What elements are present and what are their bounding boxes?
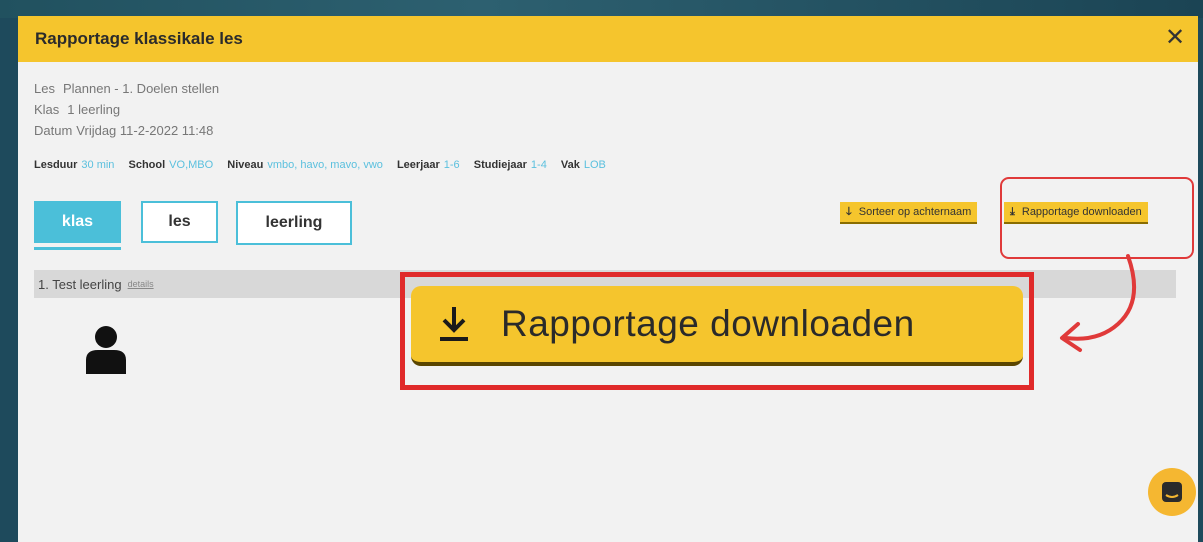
attr-value: 30 min bbox=[81, 159, 115, 171]
modal-title: Rapportage klassikale les bbox=[35, 29, 243, 48]
download-icon bbox=[440, 307, 468, 341]
report-modal: Rapportage klassikale les ✕ Les Plannen -… bbox=[18, 16, 1198, 542]
meta-datum: Datum Vrijdag 11-2-2022 11:48 bbox=[34, 120, 219, 141]
close-icon[interactable]: ✕ bbox=[1162, 24, 1188, 52]
attr-value: 1-4 bbox=[530, 159, 547, 171]
attr-value: LOB bbox=[583, 159, 606, 171]
meta-les-key: Les bbox=[34, 81, 55, 96]
lesson-attributes: Lesduur 30 min School VO,MBO Niveau vmbo, h… bbox=[34, 159, 617, 171]
attr-key: Niveau bbox=[227, 159, 264, 171]
attr-value: vmbo, havo, mavo, vwo bbox=[267, 159, 383, 171]
callout-download-button[interactable]: Rapportage downloaden bbox=[411, 286, 1023, 366]
attr-value: 1-6 bbox=[443, 159, 460, 171]
meta-les: Les Plannen - 1. Doelen stellen bbox=[34, 78, 219, 99]
tab-leerling[interactable]: leerling bbox=[236, 201, 352, 245]
meta-klas-value: 1 leerling bbox=[67, 102, 121, 117]
attr-key: Lesduur bbox=[34, 159, 78, 171]
attr-key: Vak bbox=[560, 159, 580, 171]
meta-les-value: Plannen - 1. Doelen stellen bbox=[62, 81, 220, 96]
meta-datum-key: Datum bbox=[34, 123, 73, 138]
sort-button[interactable]: 🡓 Sorteer op achternaam bbox=[840, 202, 978, 224]
attr-key: Studiejaar bbox=[473, 159, 527, 171]
attr-key: School bbox=[128, 159, 166, 171]
tab-active-underline bbox=[34, 247, 121, 250]
attr-key: Leerjaar bbox=[396, 159, 440, 171]
meta-klas-key: Klas bbox=[34, 102, 60, 117]
student-details-link[interactable]: details bbox=[128, 279, 154, 289]
chat-button[interactable] bbox=[1148, 468, 1196, 516]
modal-header: Rapportage klassikale les ✕ bbox=[18, 16, 1198, 62]
arrow-down-icon: 🡓 bbox=[846, 205, 852, 218]
user-icon bbox=[86, 326, 126, 374]
tab-klas[interactable]: klas bbox=[34, 201, 121, 243]
meta-klas: Klas 1 leerling bbox=[34, 99, 219, 120]
lesson-meta: Les Plannen - 1. Doelen stellen Klas 1 lee… bbox=[34, 78, 219, 141]
chat-icon bbox=[1162, 482, 1182, 502]
meta-datum-value: Vrijdag 11-2-2022 11:48 bbox=[76, 123, 214, 138]
callout-download-label: Rapportage downloaden bbox=[501, 303, 915, 344]
student-name: 1. Test leerling bbox=[38, 276, 122, 292]
sort-button-label: Sorteer op achternaam bbox=[858, 206, 972, 218]
tab-les[interactable]: les bbox=[141, 201, 218, 243]
attr-value: VO,MBO bbox=[169, 159, 214, 171]
callout-arrow-icon bbox=[1060, 254, 1136, 352]
